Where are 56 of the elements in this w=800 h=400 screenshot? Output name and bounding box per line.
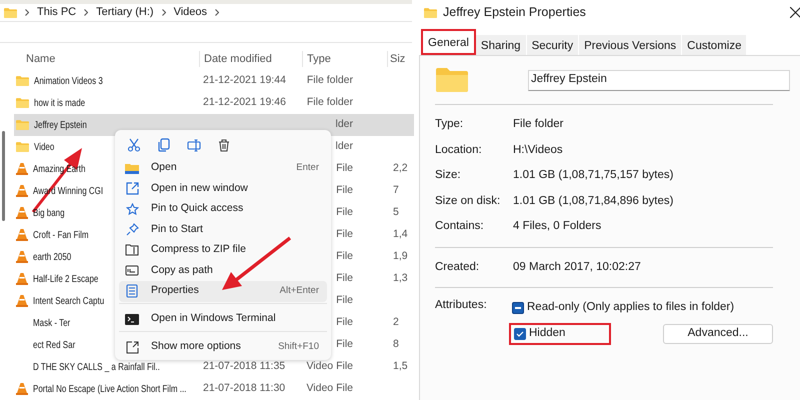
type-cell-text: File	[336, 205, 353, 220]
file-name: Amazing Earth	[33, 162, 86, 176]
type-cell-text: File	[336, 183, 353, 198]
size-cell: 1,9	[393, 250, 408, 262]
type-cell-text: File folder	[306, 73, 353, 88]
property-label: Size:	[435, 168, 462, 184]
date-cell: 21-07-2018 11:30	[203, 382, 286, 394]
file-name: Half-Life 2 Escape	[33, 272, 98, 286]
type-cell-text: File folder	[306, 95, 353, 110]
type-cell-text: File	[336, 249, 353, 264]
property-label: Size on disk:	[435, 194, 502, 209]
file-name: Portal No Escape (Live Action Short Film ...	[33, 382, 186, 396]
size-cell: 1,5	[393, 360, 408, 372]
size-cell: 1,3	[393, 272, 408, 284]
type-cell-text: File	[336, 293, 353, 308]
date-cell: 21-12-2021 19:46	[203, 96, 286, 108]
date-cell: 21-12-2021 19:44	[203, 74, 286, 86]
file-name: Intent Search Captu	[33, 294, 104, 308]
file-name: Big bang	[33, 206, 65, 220]
property-value: 4 Files, 0 Folders	[513, 219, 602, 234]
property-value: 1.01 GB (1,08,71,75,157 bytes)	[513, 168, 674, 184]
type-cell-text: File	[336, 161, 353, 176]
size-cell: 5	[393, 206, 399, 218]
property-value: File folder	[513, 117, 564, 132]
file-name: Jeffrey Epstein	[34, 118, 87, 132]
window-title: Jeffrey Epstein Properties	[443, 4, 587, 22]
file-name: D THE SKY CALLS _ a Rainfall Fil..	[33, 360, 160, 374]
property-value: 1.01 GB (1,08,71,84,896 bytes)	[513, 194, 674, 209]
date-cell: 21-07-2018 11:35	[203, 360, 286, 372]
file-name: Video	[34, 140, 54, 154]
size-cell: 8	[393, 338, 399, 350]
checkbox-label: Hidden	[529, 326, 566, 342]
type-cell-text: File	[336, 337, 353, 352]
size-cell: 1,4	[393, 228, 408, 240]
type-cell-text: lder	[335, 117, 353, 132]
type-cell-text: File	[336, 315, 353, 330]
property-value: 09 March 2017, 10:02:27	[513, 260, 641, 275]
type-cell-text: Video File	[306, 381, 353, 396]
size-cell: 2	[393, 316, 399, 328]
property-label: Contains:	[435, 219, 485, 234]
type-cell-text: File	[336, 271, 353, 286]
type-cell-text: File	[336, 227, 353, 242]
property-label: Attributes:	[435, 298, 488, 313]
checkbox-label: Read-only (Only applies to files in folder)	[527, 300, 734, 316]
file-name: Croft - Fan Film	[33, 228, 89, 242]
property-label: Created:	[435, 260, 480, 275]
property-label: Type:	[435, 117, 464, 132]
size-cell: 2,2	[393, 162, 408, 174]
property-value: H:\Videos	[513, 142, 563, 158]
property-label: Location:	[435, 142, 483, 158]
type-cell-text: lder	[335, 139, 353, 154]
file-name: Animation Videos 3	[34, 74, 103, 88]
type-cell-text: Video File	[306, 359, 353, 374]
file-name: earth 2050	[33, 250, 72, 264]
size-cell: 7	[393, 184, 399, 196]
file-name: how it is made	[34, 96, 86, 110]
